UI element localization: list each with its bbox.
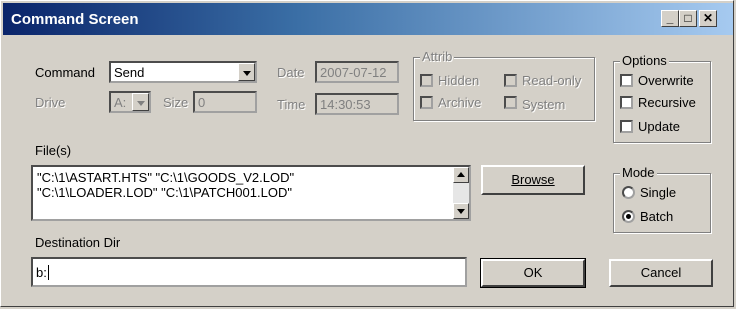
- browse-label: Browse: [511, 172, 555, 187]
- size-label: Size: [163, 95, 189, 110]
- single-label: Single: [640, 185, 677, 200]
- options-legend: Options: [620, 53, 669, 68]
- files-label: File(s): [35, 143, 72, 158]
- overwrite-label: Overwrite: [638, 73, 694, 88]
- recursive-label: Recursive: [638, 95, 696, 110]
- readonly-checkbox[interactable]: [504, 74, 517, 87]
- mode-legend: Mode: [620, 165, 657, 180]
- recursive-checkbox[interactable]: [620, 96, 633, 109]
- attrib-legend: Attrib: [420, 49, 455, 64]
- close-button[interactable]: ✕: [699, 10, 717, 27]
- update-label: Update: [638, 119, 680, 134]
- minimize-icon: _: [666, 11, 674, 25]
- drive-label: Drive: [35, 95, 66, 110]
- destination-label: Destination Dir: [35, 235, 121, 250]
- close-icon: ✕: [702, 11, 714, 25]
- command-label: Command: [35, 65, 95, 80]
- files-list[interactable]: "C:\1\ASTART.HTS" "C:\1\GOODS_V2.LOD" "C…: [31, 165, 471, 221]
- command-select[interactable]: Send: [109, 61, 257, 83]
- time-label: Time: [277, 97, 306, 112]
- maximize-icon: □: [684, 11, 692, 25]
- chevron-down-icon[interactable]: [238, 63, 255, 81]
- date-field[interactable]: 2007-07-12: [315, 61, 399, 83]
- batch-label: Batch: [640, 209, 674, 224]
- title-bar[interactable]: Command Screen _ □ ✕: [3, 3, 733, 35]
- destination-input[interactable]: b:: [31, 257, 467, 287]
- date-label: Date: [277, 65, 305, 80]
- ok-button[interactable]: OK: [480, 258, 586, 288]
- minimize-button[interactable]: _: [661, 10, 679, 27]
- browse-button[interactable]: Browse: [481, 165, 585, 195]
- single-radio[interactable]: [622, 186, 635, 199]
- text-cursor: [47, 265, 49, 280]
- chevron-down-icon[interactable]: [132, 93, 149, 111]
- hidden-checkbox[interactable]: [420, 74, 433, 87]
- options-group: Options Overwrite Recursive Update: [613, 53, 711, 143]
- scroll-up-icon[interactable]: [453, 167, 469, 183]
- mode-group: Mode Single Batch: [613, 165, 711, 233]
- archive-checkbox[interactable]: [420, 96, 433, 109]
- size-value: 0: [198, 95, 206, 110]
- drive-select[interactable]: A:: [109, 91, 151, 113]
- archive-label: Archive: [438, 95, 482, 110]
- attrib-group: Attrib Hidden Read-only Archive System: [413, 49, 595, 121]
- command-value: Send: [114, 65, 145, 80]
- hidden-label: Hidden: [438, 73, 480, 88]
- size-field[interactable]: 0: [193, 91, 257, 113]
- time-field[interactable]: 14:30:53: [315, 93, 399, 115]
- time-value: 14:30:53: [320, 97, 371, 112]
- ok-label: OK: [523, 265, 543, 280]
- files-scrollbar[interactable]: [453, 167, 469, 219]
- date-value: 2007-07-12: [320, 65, 387, 80]
- drive-value: A:: [114, 95, 127, 110]
- update-checkbox[interactable]: [620, 120, 633, 133]
- cancel-button[interactable]: Cancel: [609, 259, 713, 287]
- scroll-down-icon[interactable]: [453, 203, 469, 219]
- overwrite-checkbox[interactable]: [620, 74, 633, 87]
- file-line: "C:\1\ASTART.HTS" "C:\1\GOODS_V2.LOD": [37, 170, 295, 185]
- cancel-label: Cancel: [640, 265, 682, 280]
- readonly-label: Read-only: [522, 73, 582, 88]
- destination-value: b:: [36, 265, 47, 280]
- maximize-button[interactable]: □: [679, 10, 697, 27]
- command-screen-window: Command Screen _ □ ✕ Command Send Drive …: [0, 0, 734, 307]
- file-line: "C:\1\LOADER.LOD" "C:\1\PATCH001.LOD": [37, 185, 292, 200]
- batch-radio[interactable]: [622, 210, 635, 223]
- system-label: System: [522, 97, 566, 112]
- system-checkbox[interactable]: [504, 96, 517, 109]
- window-title: Command Screen: [11, 11, 139, 28]
